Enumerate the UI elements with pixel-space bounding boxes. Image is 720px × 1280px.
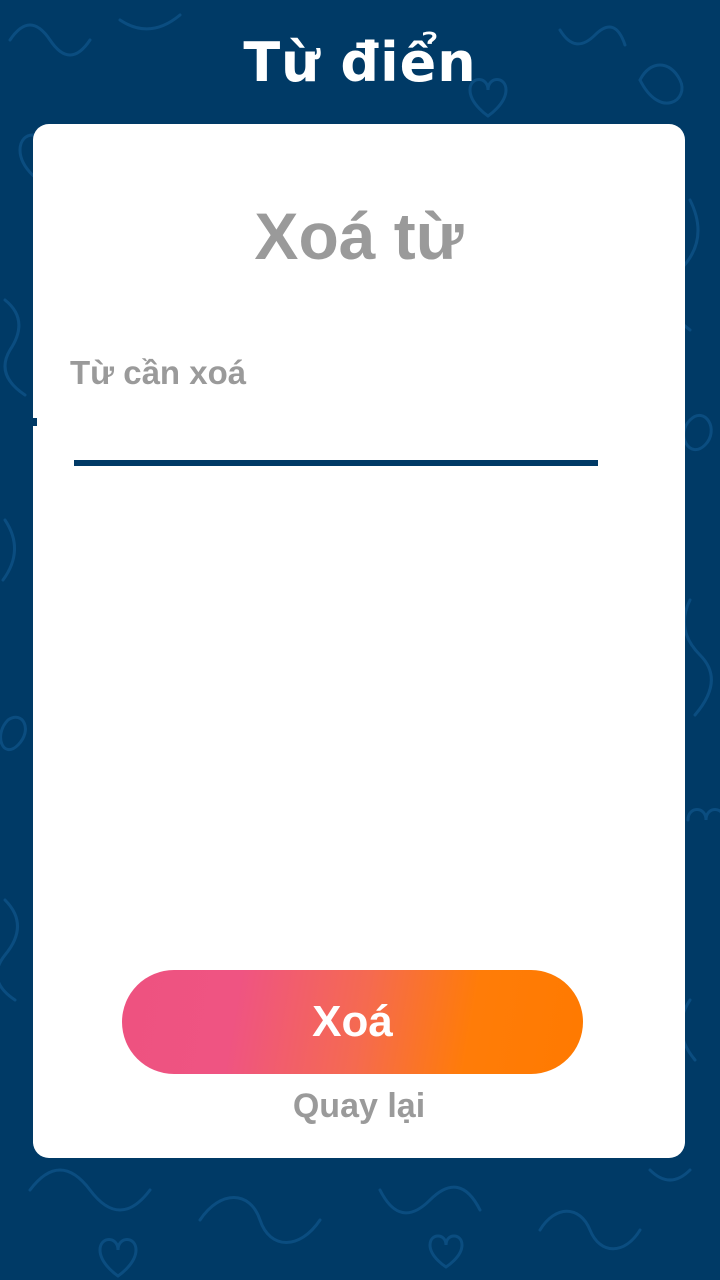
card-notch	[33, 418, 37, 426]
app-title: Từ điển	[243, 31, 477, 94]
dialog-title: Xoá từ	[254, 199, 464, 273]
delete-button[interactable]: Xoá	[122, 970, 583, 1074]
back-link[interactable]: Quay lại	[33, 1084, 685, 1128]
word-to-delete-input[interactable]	[74, 414, 598, 466]
delete-word-dialog: Xoá từ Từ cần xoá Xoá Quay lại	[33, 124, 685, 1158]
word-to-delete-label: Từ cần xoá	[70, 354, 247, 391]
